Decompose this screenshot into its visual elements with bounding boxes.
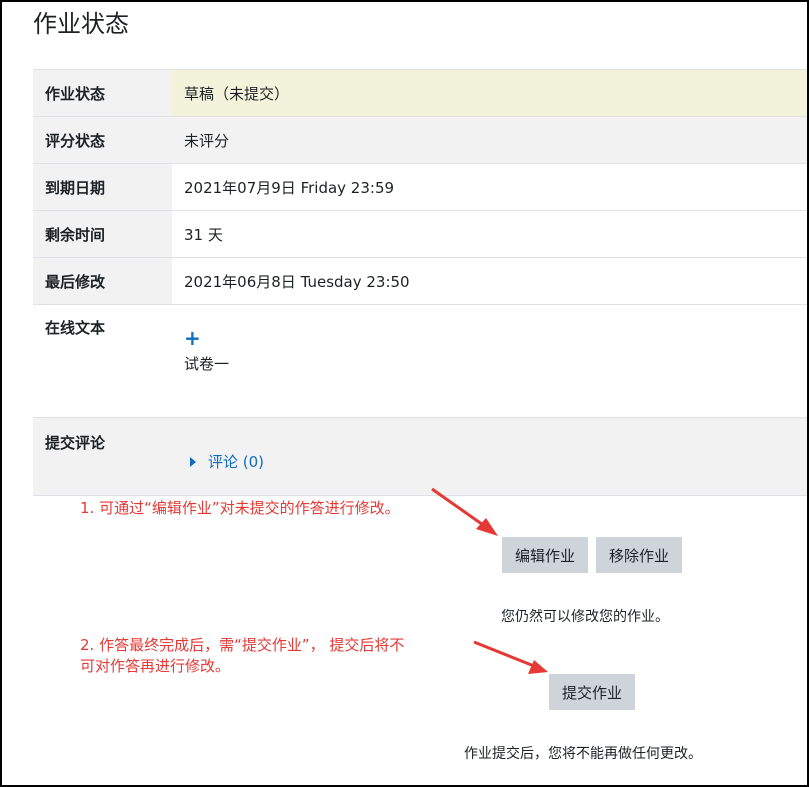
annotation-arrows <box>431 487 548 674</box>
arrow-to-edit <box>431 487 498 536</box>
assignment-status-panel: 作业状态 作业状态 草稿（未提交） 评分状态 未评分 到期日期 2021年07月… <box>0 0 809 787</box>
arrow-to-submit <box>473 640 548 674</box>
